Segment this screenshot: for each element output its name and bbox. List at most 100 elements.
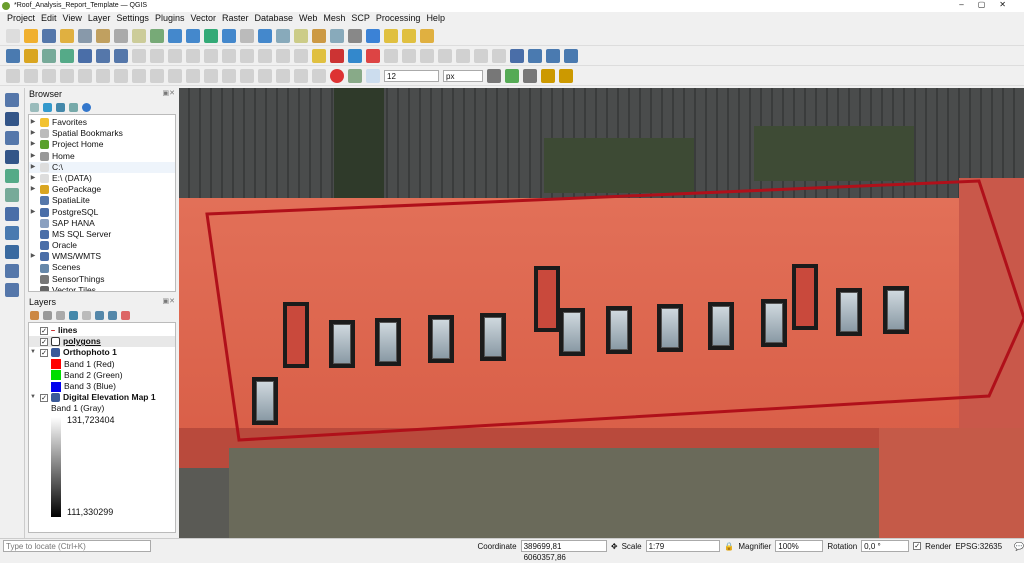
tool-button-icon[interactable]: [150, 28, 164, 43]
add-layer-icon[interactable]: [5, 264, 19, 278]
digitize-tool-icon[interactable]: [60, 68, 74, 83]
window-controls[interactable]: –▢✕: [959, 0, 1020, 9]
menu-edit[interactable]: Edit: [38, 12, 60, 25]
panel-close-icon[interactable]: ▣✕: [163, 296, 175, 308]
add-layer-icon[interactable]: [5, 131, 19, 145]
advanced-digitize-icon[interactable]: [505, 68, 519, 83]
tool-button-icon[interactable]: [420, 48, 434, 63]
digitize-tool-icon[interactable]: [186, 68, 200, 83]
layer-item[interactable]: ✓ lines: [29, 325, 175, 336]
filter-icon[interactable]: [69, 310, 78, 320]
expand-arrow-icon[interactable]: ▶: [29, 173, 37, 184]
tool-button-icon[interactable]: [384, 48, 398, 63]
tool-button-icon[interactable]: [78, 28, 92, 43]
tool-button-icon[interactable]: [330, 48, 344, 63]
layer-item[interactable]: ▼ ✓ Digital Elevation Map 1: [29, 392, 175, 403]
digitize-tool-icon[interactable]: [24, 68, 38, 83]
menu-processing[interactable]: Processing: [373, 12, 424, 25]
tool-button-icon[interactable]: [6, 28, 20, 43]
browser-item[interactable]: Scenes: [29, 262, 175, 273]
browser-item[interactable]: ▶ Spatial Bookmarks: [29, 128, 175, 139]
scale-combobox[interactable]: 1:79: [645, 540, 721, 552]
expand-arrow-icon[interactable]: ▶: [29, 251, 37, 262]
tool-button-icon[interactable]: [510, 48, 524, 63]
tool-button-icon[interactable]: [240, 48, 254, 63]
advanced-digitize-icon[interactable]: [541, 68, 555, 83]
advanced-digitize-icon[interactable]: [487, 68, 501, 83]
add-layer-icon[interactable]: [5, 245, 19, 259]
expand-icon[interactable]: [95, 310, 104, 320]
menu-settings[interactable]: Settings: [113, 12, 152, 25]
layer-visibility-checkbox[interactable]: ✓: [40, 348, 48, 357]
tool-button-icon[interactable]: [546, 48, 560, 63]
messages-icon[interactable]: 💬: [1014, 542, 1024, 551]
digitize-tool-icon[interactable]: [204, 68, 218, 83]
tool-button-icon[interactable]: [222, 28, 236, 43]
menu-plugins[interactable]: Plugins: [152, 12, 188, 25]
tool-button-icon[interactable]: [42, 28, 56, 43]
locator-search-input[interactable]: Type to locate (Ctrl+K): [3, 540, 152, 552]
digitize-tool-icon[interactable]: [96, 68, 110, 83]
tool-button-icon[interactable]: [114, 28, 128, 43]
digitize-tool-icon[interactable]: [222, 68, 236, 83]
tool-button-icon[interactable]: [24, 48, 38, 63]
tool-button-icon[interactable]: [222, 48, 236, 63]
snapping-magnet-icon[interactable]: [330, 68, 344, 83]
tool-button-icon[interactable]: [60, 48, 74, 63]
browser-item[interactable]: ▶ E:\ (DATA): [29, 173, 175, 184]
tool-button-icon[interactable]: [132, 28, 146, 43]
tool-button-icon[interactable]: [564, 48, 578, 63]
digitize-tool-icon[interactable]: [258, 68, 272, 83]
digitize-tool-icon[interactable]: [168, 68, 182, 83]
menu-view[interactable]: View: [60, 12, 85, 25]
add-layer-icon[interactable]: [5, 112, 19, 126]
browser-item[interactable]: SensorThings: [29, 274, 175, 285]
advanced-digitize-icon[interactable]: [559, 68, 573, 83]
tool-button-icon[interactable]: [204, 28, 218, 43]
tool-button-icon[interactable]: [366, 28, 380, 43]
tool-button-icon[interactable]: [366, 48, 380, 63]
tool-button-icon[interactable]: [384, 28, 398, 43]
add-layer-icon[interactable]: [5, 207, 19, 221]
browser-item[interactable]: MS SQL Server: [29, 229, 175, 240]
panel-close-icon[interactable]: ▣✕: [163, 88, 175, 100]
tool-button-icon[interactable]: [528, 48, 542, 63]
add-layer-icon[interactable]: [5, 226, 19, 240]
expression-filter-icon[interactable]: [82, 310, 91, 320]
expand-arrow-icon[interactable]: ▶: [29, 117, 37, 128]
expand-arrow-icon[interactable]: ▶: [29, 162, 37, 173]
add-group-icon[interactable]: [43, 310, 52, 320]
tool-button-icon[interactable]: [150, 48, 164, 63]
browser-item[interactable]: SAP HANA: [29, 218, 175, 229]
snap-units-select[interactable]: px: [443, 69, 483, 82]
expand-arrow-icon[interactable]: ▼: [29, 392, 37, 403]
tool-button-icon[interactable]: [96, 28, 110, 43]
crs-button[interactable]: EPSG:32635: [955, 542, 1002, 551]
render-checkbox[interactable]: ✓: [913, 542, 922, 550]
tool-button-icon[interactable]: [258, 28, 272, 43]
tool-button-icon[interactable]: [168, 48, 182, 63]
tool-button-icon[interactable]: [294, 28, 308, 43]
browser-item[interactable]: ▶ PostgreSQL: [29, 207, 175, 218]
digitize-tool-icon[interactable]: [6, 68, 20, 83]
tool-button-icon[interactable]: [330, 28, 344, 43]
snap-vertex-icon[interactable]: [348, 68, 362, 83]
magnifier-spinbox[interactable]: 100%: [775, 540, 824, 552]
tool-button-icon[interactable]: [312, 28, 326, 43]
tool-button-icon[interactable]: [492, 48, 506, 63]
tool-button-icon[interactable]: [258, 48, 272, 63]
digitize-tool-icon[interactable]: [132, 68, 146, 83]
expand-arrow-icon[interactable]: ▶: [29, 128, 37, 139]
tool-button-icon[interactable]: [474, 48, 488, 63]
menu-layer[interactable]: Layer: [85, 12, 114, 25]
menu-mesh[interactable]: Mesh: [320, 12, 348, 25]
add-layer-icon[interactable]: [5, 283, 19, 297]
tool-button-icon[interactable]: [276, 48, 290, 63]
browser-item[interactable]: SpatiaLite: [29, 195, 175, 206]
collapse-icon[interactable]: [108, 310, 117, 320]
browser-item[interactable]: ▶ Project Home: [29, 139, 175, 150]
add-layer-icon[interactable]: [5, 188, 19, 202]
menu-web[interactable]: Web: [296, 12, 320, 25]
remove-layer-icon[interactable]: [121, 310, 130, 320]
menu-raster[interactable]: Raster: [219, 12, 252, 25]
